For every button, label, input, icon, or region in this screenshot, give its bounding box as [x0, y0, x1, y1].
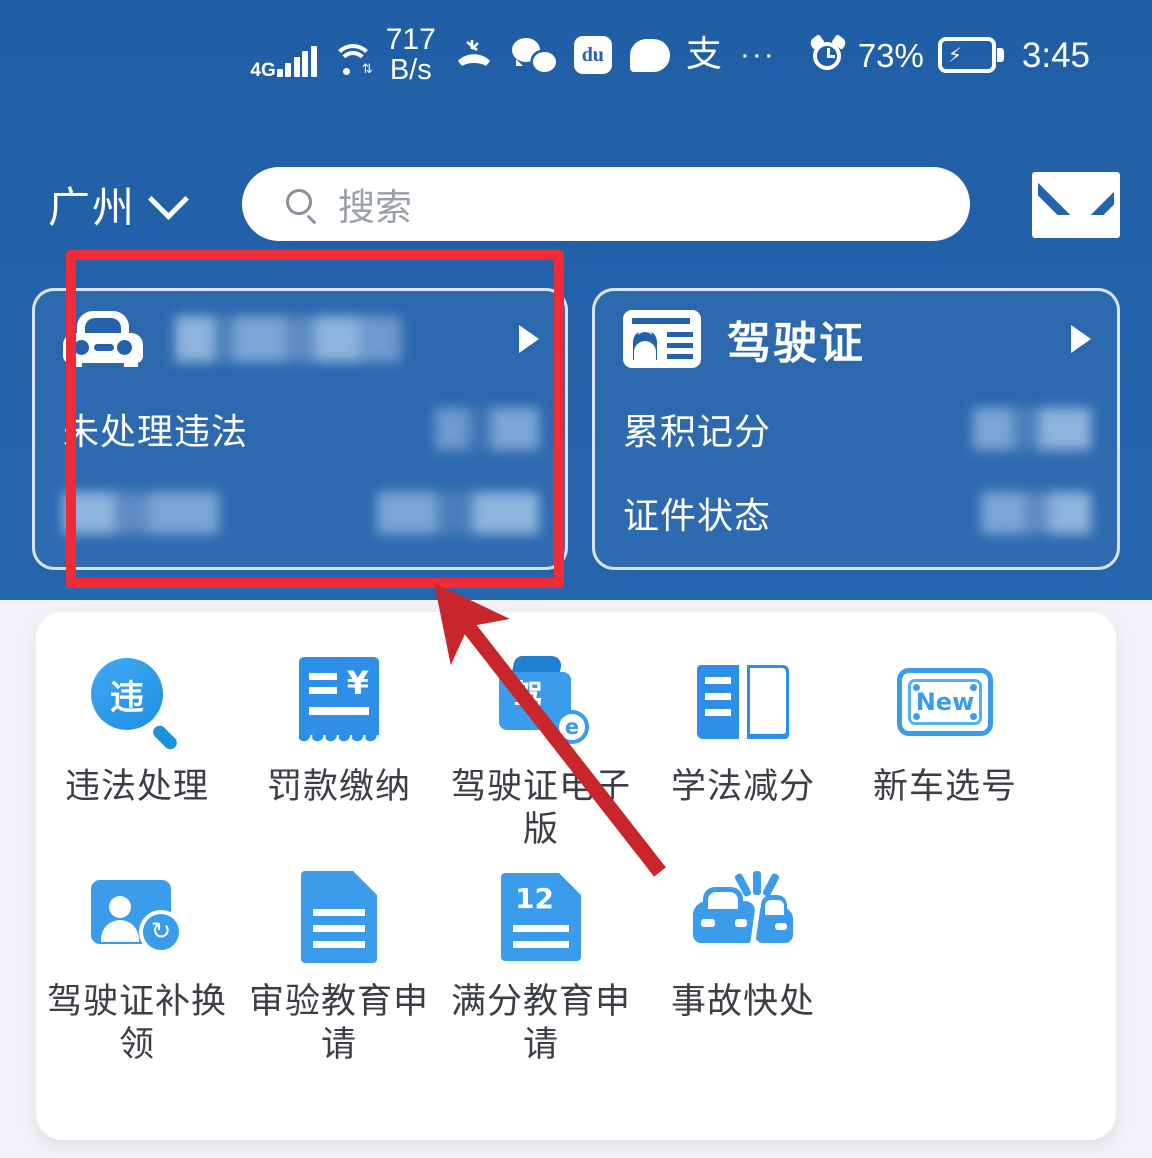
service-item-accident-quick-handling[interactable]: 事故快处 [642, 871, 844, 1066]
service-item-label: 驾驶证补换领 [46, 982, 227, 1066]
overflow-dots-icon: ··· [739, 38, 776, 71]
search-input[interactable]: 搜索 [242, 167, 970, 241]
wifi-icon: ⇅ [331, 44, 374, 76]
status-bar-clock: 3:45 [1021, 35, 1090, 75]
service-item-digital-license[interactable]: 驾 e 驾驶证电子版 [440, 656, 642, 851]
service-item-label: 违法处理 [64, 767, 209, 807]
phone-screen: 4G ⇅ 717 B/s du 支 ··· 73% ⚡ 3:45 广州 搜索 未… [0, 0, 1152, 1158]
service-grid-panel: 违 违法处理 ¥ 罚款缴纳 驾 e 驾驶证电子版 学法减分 New 新车选号 ↻… [36, 612, 1116, 1140]
collision-icon [691, 871, 795, 961]
driver-license-card-title: 驾驶证 [727, 318, 865, 369]
service-grid-row-2: ↻ 驾驶证补换领 审验教育申请 12 满分教育申请 事故快处 [36, 851, 1116, 1066]
network-speed-unit: B/s [389, 54, 432, 86]
vehicle-row-value-redacted [435, 408, 539, 450]
license-glyph: 驾 [513, 679, 543, 714]
vehicle-row2-label-redacted [63, 492, 219, 534]
chevron-down-icon [148, 178, 190, 220]
search-placeholder: 搜索 [338, 186, 412, 229]
license-row-status: 证件状态 [595, 471, 1117, 555]
service-grid-row-1: 违 违法处理 ¥ 罚款缴纳 驾 e 驾驶证电子版 学法减分 New 新车选号 [36, 612, 1116, 851]
service-item-label: 罚款缴纳 [266, 767, 411, 807]
violation-glyph: 违 [91, 658, 163, 730]
missed-call-icon [454, 35, 494, 75]
service-item-violation-handling[interactable]: 违 违法处理 [36, 656, 238, 851]
vehicle-row-secondary [35, 471, 565, 555]
alipay-icon: 支 [685, 34, 722, 75]
receipt-yen-icon: ¥ [299, 657, 379, 747]
search-icon [286, 189, 317, 225]
service-item-label: 事故快处 [670, 982, 815, 1023]
summary-cards: 未处理违法 驾驶证 累积记分 证件状态 [0, 288, 1152, 570]
battery-percent-label: 73% [857, 36, 924, 74]
envelope-icon[interactable] [1032, 172, 1120, 238]
message-bubble-icon [629, 38, 670, 72]
license-points-value-redacted [973, 408, 1091, 450]
service-item-label: 满分教育申请 [450, 982, 631, 1066]
alarm-icon [808, 34, 848, 73]
battery-charging-icon: ⚡ [937, 37, 1004, 73]
vehicle-plate-redacted [175, 316, 401, 362]
digital-license-icon: 驾 e [493, 656, 589, 748]
service-grid-empty-slot [844, 871, 1046, 1066]
service-item-label: 新车选号 [872, 767, 1017, 807]
baidu-icon: du [573, 36, 612, 74]
signal-bars-icon [276, 46, 317, 77]
city-selector[interactable]: 广州 [48, 174, 190, 235]
car-icon [63, 311, 143, 367]
license-renew-icon: ↻ [91, 880, 183, 955]
network-speed-value: 717 [385, 23, 436, 56]
violation-search-icon: 违 [91, 658, 183, 752]
yen-glyph: ¥ [346, 664, 369, 702]
driver-license-card[interactable]: 驾驶证 累积记分 证件状态 [592, 288, 1120, 570]
status-bar: 4G ⇅ 717 B/s du 支 ··· 73% ⚡ 3:45 [0, 0, 1152, 110]
service-item-label: 驾驶证电子版 [450, 767, 631, 850]
service-item-review-education[interactable]: 审验教育申请 [238, 871, 440, 1066]
4g-icon: 4G [250, 60, 276, 81]
network-speed-indicator: 717 B/s [385, 23, 436, 86]
wechat-icon [511, 38, 556, 72]
service-item-license-renewal[interactable]: ↻ 驾驶证补换领 [36, 871, 238, 1066]
driver-license-card-arrow-icon [1071, 325, 1091, 353]
service-item-fine-payment[interactable]: ¥ 罚款缴纳 [238, 656, 440, 851]
driver-license-card-header: 驾驶证 [595, 291, 1117, 387]
license-status-value-redacted [981, 492, 1091, 534]
id-card-icon [623, 310, 701, 368]
document-12-icon: 12 [501, 873, 581, 962]
vehicle-card-header [35, 291, 565, 387]
vehicle-card-arrow-icon [519, 325, 539, 353]
license-row-points: 累积记分 [595, 387, 1117, 471]
city-name-label: 广州 [48, 182, 137, 232]
license-row-label: 累积记分 [623, 412, 772, 453]
status-bar-right-group: 73% ⚡ 3:45 [776, 34, 1090, 75]
vehicle-row-unhandled-violations: 未处理违法 [35, 387, 565, 471]
service-item-new-plate-selection[interactable]: New 新车选号 [844, 656, 1046, 851]
service-item-study-law-points[interactable]: 学法减分 [642, 656, 844, 851]
refresh-glyph: ↻ [139, 910, 183, 955]
service-item-full-points-education[interactable]: 12 满分教育申请 [440, 871, 642, 1066]
open-book-icon [697, 661, 789, 743]
vehicle-card[interactable]: 未处理违法 [32, 288, 568, 570]
document-icon [301, 871, 377, 964]
new-plate-icon: New [897, 668, 993, 736]
service-item-label: 审验教育申请 [248, 982, 429, 1066]
e-badge: e [555, 710, 589, 744]
twelve-glyph: 12 [515, 882, 554, 916]
vehicle-row-label: 未处理违法 [63, 412, 249, 453]
status-bar-left-group: 4G ⇅ 717 B/s du 支 ··· [250, 23, 776, 86]
vehicle-row2-value-redacted [377, 492, 539, 534]
service-item-label: 学法减分 [670, 767, 815, 807]
license-row-label: 证件状态 [623, 496, 772, 537]
